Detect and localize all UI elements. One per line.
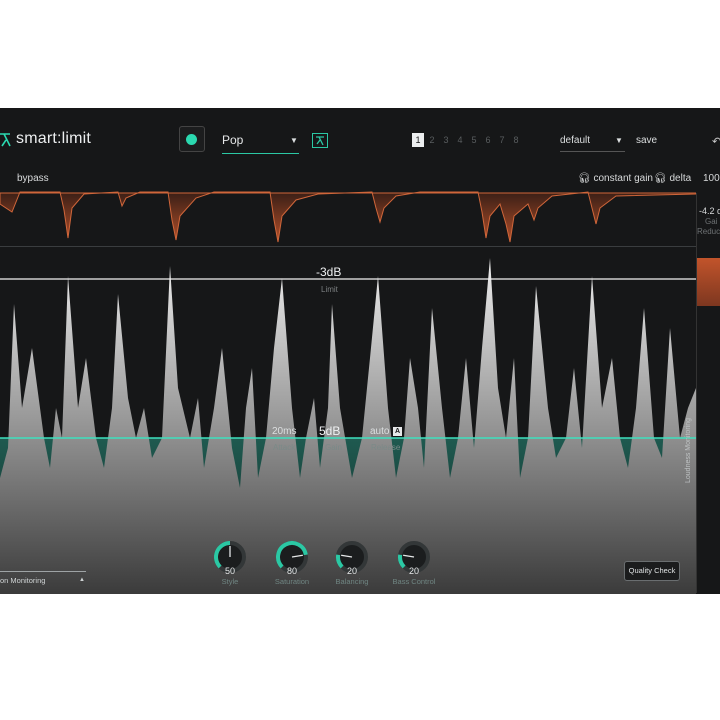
quality-check-button[interactable]: Quality Check [624,561,680,581]
gain-value[interactable]: 5dB [319,424,340,438]
slot-button-6[interactable]: 6 [482,135,494,145]
slot-button-5[interactable]: 5 [468,135,480,145]
gain-label: Gain [325,443,342,452]
meter-top-value: 100 [703,173,720,184]
gain-reduction-curve [0,191,696,243]
flatten-icon [316,136,324,146]
loudness-monitoring-tab[interactable]: Loudness Monitoring [684,373,694,483]
slot-button-7[interactable]: 7 [496,135,508,145]
bass-control-label: Bass Control [392,577,436,586]
constant-gain-toggle[interactable]: 🎧︎ constant gain [578,173,653,184]
release-value[interactable]: auto [370,426,389,437]
slot-button-4[interactable]: 4 [454,135,466,145]
genre-dot-icon [186,134,197,145]
app-title: smart:limit [16,130,92,147]
graph-divider [0,246,696,247]
saturation-value: 80 [286,566,297,576]
undo-icon[interactable]: ↶ [712,135,720,148]
slot-button-2[interactable]: 2 [426,135,438,145]
monitoring-dropdown[interactable]: on Monitoring [0,576,45,585]
chevron-up-icon[interactable]: ▲ [79,577,85,583]
constant-gain-label: constant gain [593,173,653,184]
gain-reduction-meter [696,258,720,306]
bypass-toggle[interactable]: bypass [17,173,49,184]
profile-underline [222,153,299,154]
attack-value[interactable]: 20ms [272,426,296,437]
flatten-button[interactable] [312,133,328,148]
style-label: Style [221,577,239,586]
logo-icon [0,133,11,147]
release-label: Release [371,443,401,452]
attack-label: Attack [273,443,296,452]
bass-control-value: 20 [408,566,419,576]
gain-reduction-value: -4.2 d [699,206,720,216]
style-value: 50 [224,566,235,576]
headphones-icon: 🎧︎ [578,173,591,184]
gain-reduction-label-2: Reducti [697,227,720,236]
chevron-down-icon[interactable]: ▼ [290,136,298,145]
limit-label: Limit [321,285,338,294]
meter-divider [696,193,697,593]
monitoring-underline [0,571,86,572]
preset-dropdown[interactable]: default [560,135,590,146]
balancing-value: 20 [346,566,357,576]
delta-toggle[interactable]: 🎧︎ delta [654,173,691,184]
auto-release-badge[interactable]: A [393,427,402,436]
slot-button-3[interactable]: 3 [440,135,452,145]
slot-button-8[interactable]: 8 [510,135,522,145]
slot-button-1[interactable]: 1 [412,133,424,147]
save-button[interactable]: save [636,135,657,146]
delta-label: delta [669,173,692,184]
balancing-label: Balancing [335,577,369,586]
smart-limit-plugin-window: smart:limit Pop ▼ 1 2 3 4 5 6 7 8 defaul… [0,108,720,594]
profile-dropdown[interactable]: Pop [222,133,243,147]
chevron-down-icon[interactable]: ▼ [615,136,623,145]
gain-reduction-label: Gai [705,217,718,226]
limit-value[interactable]: -3dB [316,265,341,279]
headphones-icon: 🎧︎ [654,173,667,184]
preset-underline [560,151,625,152]
loudness-monitoring-label: Loudness Monitoring [685,418,692,483]
